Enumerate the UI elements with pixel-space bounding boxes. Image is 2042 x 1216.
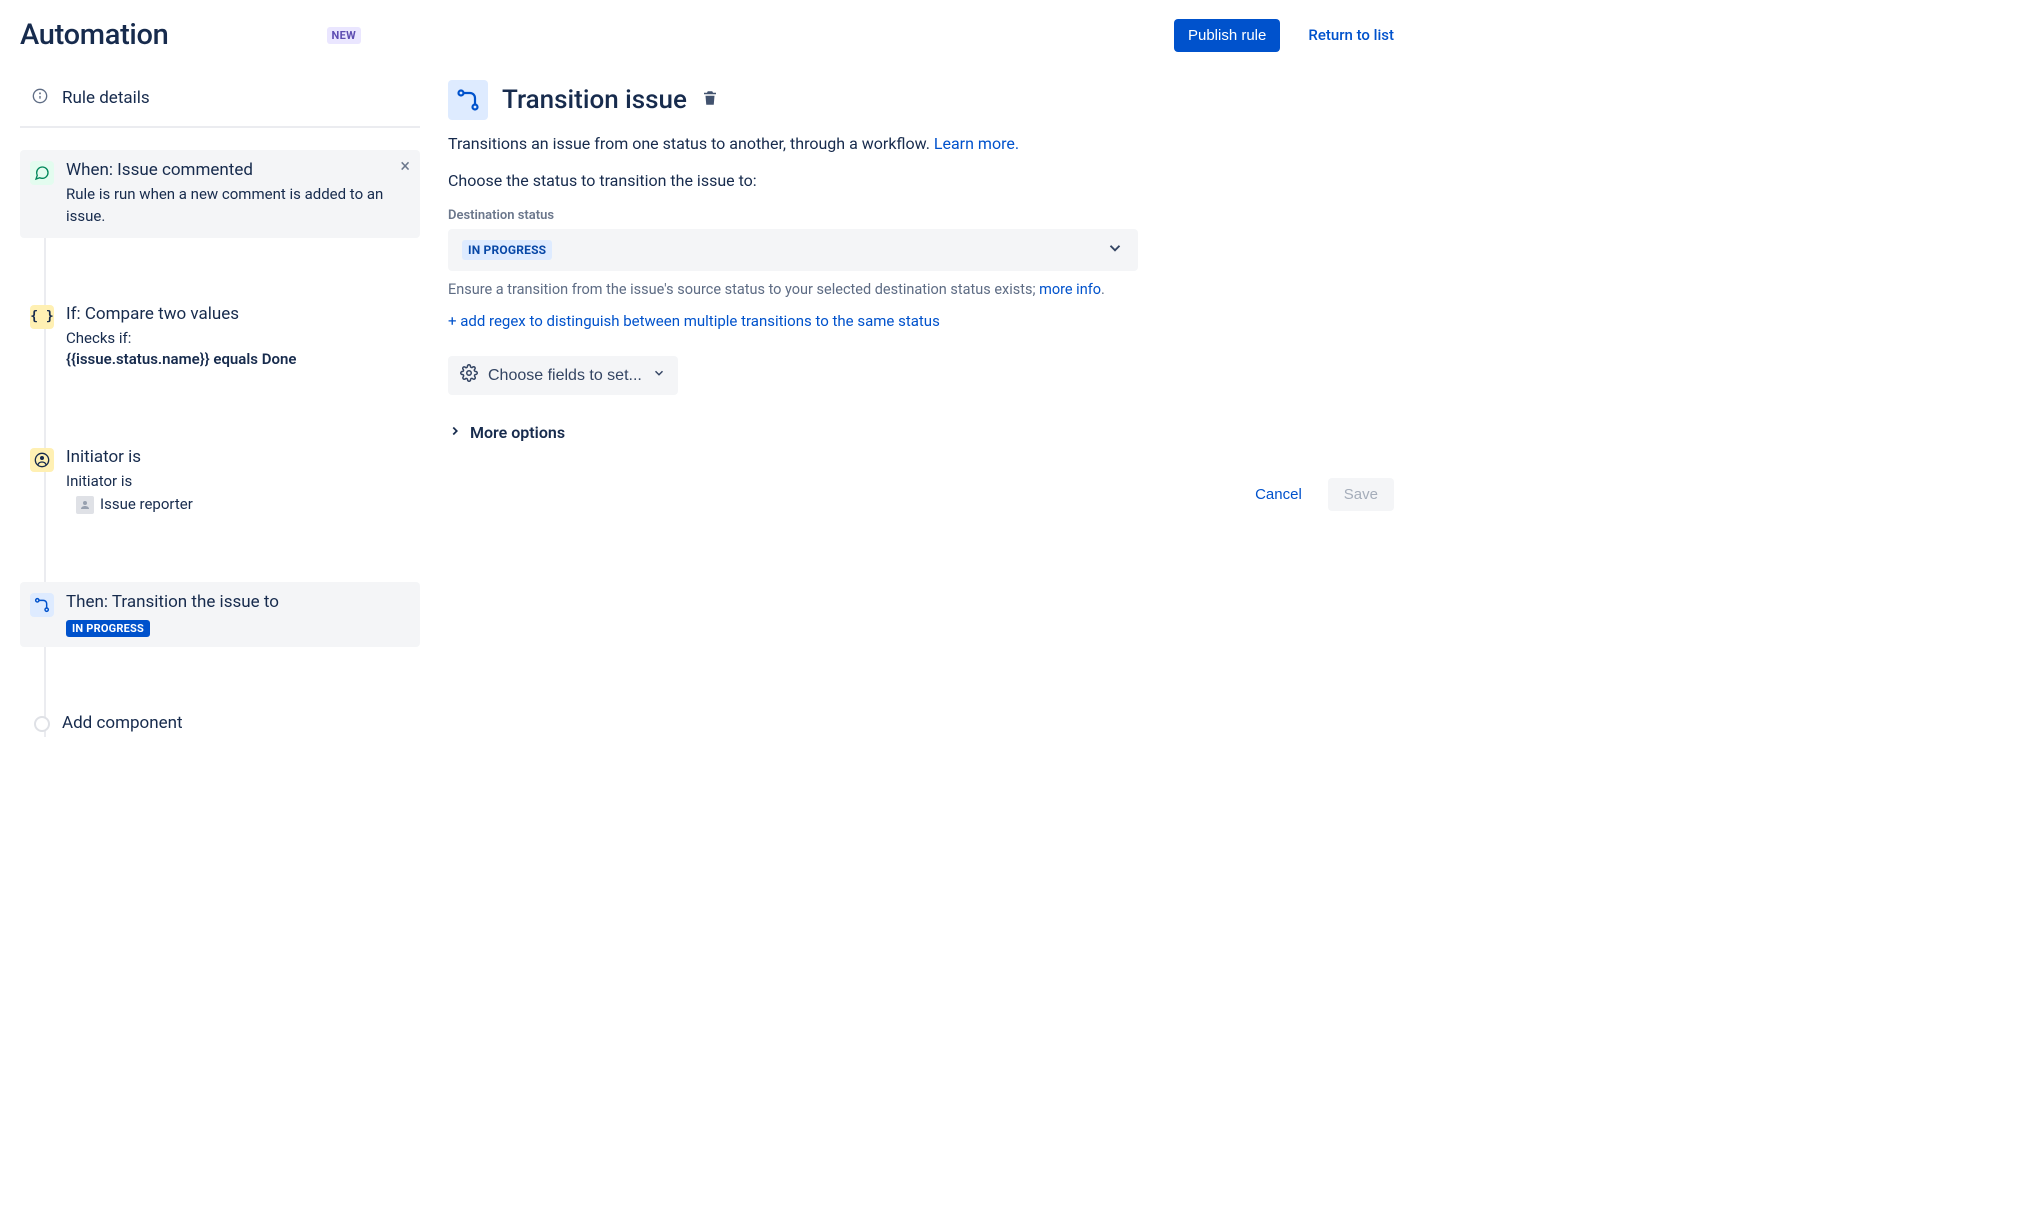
panel-subtitle-text: Transitions an issue from one status to … [448, 134, 934, 153]
trigger-desc: Rule is run when a new comment is added … [66, 184, 410, 228]
panel-subtitle: Transitions an issue from one status to … [448, 134, 1394, 153]
empty-circle-icon [34, 716, 50, 732]
status-lozenge: IN PROGRESS [66, 620, 150, 637]
rule-details-row[interactable]: Rule details [20, 80, 420, 128]
trash-icon[interactable] [701, 89, 719, 111]
avatar-placeholder-icon [76, 496, 94, 514]
add-component-step[interactable]: Add component [20, 703, 420, 747]
help-pre: Ensure a transition from the issue's sou… [448, 281, 1039, 298]
more-options-label: More options [470, 423, 565, 442]
trigger-step[interactable]: × When: Issue commented Rule is run when… [20, 150, 420, 238]
main-panel: Transition issue Transitions an issue fr… [448, 80, 1394, 511]
trigger-title: When: Issue commented [66, 160, 410, 180]
return-to-list-link[interactable]: Return to list [1308, 26, 1394, 44]
condition-compare-title: If: Compare two values [66, 304, 410, 324]
transition-panel-icon [448, 80, 488, 120]
add-component-title: Add component [62, 713, 410, 733]
help-post: . [1101, 281, 1105, 298]
condition-compare-bold: {{issue.status.name}} equals Done [66, 350, 296, 368]
cancel-button[interactable]: Cancel [1245, 478, 1312, 511]
panel-actions: Cancel Save [448, 478, 1394, 511]
chevron-right-icon [448, 423, 462, 442]
choose-fields-label: Choose fields to set... [488, 367, 642, 385]
destination-help-text: Ensure a transition from the issue's sou… [448, 281, 1394, 298]
chevron-down-icon [652, 366, 666, 385]
new-badge: NEW [327, 27, 361, 44]
close-icon[interactable]: × [400, 158, 410, 176]
choose-fields-button[interactable]: Choose fields to set... [448, 356, 678, 395]
more-options-toggle[interactable]: More options [448, 423, 1394, 442]
save-button[interactable]: Save [1328, 478, 1394, 511]
chevron-down-icon [1106, 239, 1124, 261]
action-transition-title: Then: Transition the issue to [66, 592, 410, 612]
add-regex-link[interactable]: + add regex to distinguish between multi… [448, 312, 1394, 330]
header: Automation NEW Publish rule Return to li… [20, 18, 1394, 52]
action-transition-step[interactable]: Then: Transition the issue to IN PROGRES… [20, 582, 420, 647]
publish-rule-button[interactable]: Publish rule [1174, 19, 1280, 52]
transition-icon [30, 593, 54, 617]
destination-status-label: Destination status [448, 208, 1394, 223]
condition-compare-step[interactable]: { } If: Compare two values Checks if: {{… [20, 294, 420, 382]
choose-status-prompt: Choose the status to transition the issu… [448, 171, 1394, 190]
condition-initiator-prefix: Initiator is [66, 472, 132, 490]
gear-icon [460, 364, 478, 387]
page-title: Automation [20, 18, 169, 52]
condition-compare-prefix: Checks if: [66, 329, 131, 347]
condition-initiator-step[interactable]: Initiator is Initiator is Issue reporter [20, 437, 420, 526]
info-icon [32, 88, 48, 108]
more-info-link[interactable]: more info [1039, 281, 1101, 298]
condition-initiator-title: Initiator is [66, 447, 410, 467]
rule-chain: × When: Issue commented Rule is run when… [20, 150, 420, 747]
condition-initiator-desc: Initiator is Issue reporter [66, 471, 410, 516]
header-left: Automation NEW [20, 18, 361, 52]
rule-details-label: Rule details [62, 88, 150, 108]
learn-more-link[interactable]: Learn more. [934, 134, 1019, 153]
comment-icon [30, 161, 54, 185]
header-right: Publish rule Return to list [1174, 19, 1394, 52]
panel-title: Transition issue [502, 85, 687, 115]
destination-status-value: IN PROGRESS [462, 240, 552, 260]
sidebar: Rule details × When: Issue commented Rul… [20, 80, 420, 747]
reporter-label: Issue reporter [100, 494, 193, 516]
person-icon [30, 448, 54, 472]
panel-header: Transition issue [448, 80, 1394, 120]
destination-status-select[interactable]: IN PROGRESS [448, 229, 1138, 271]
braces-icon: { } [30, 305, 54, 329]
condition-compare-desc: Checks if: {{issue.status.name}} equals … [66, 328, 410, 372]
